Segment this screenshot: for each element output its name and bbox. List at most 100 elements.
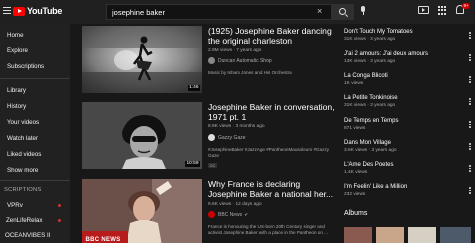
albums-heading: Albums	[344, 210, 368, 217]
track-title[interactable]: L'Ame Des Poetes	[344, 162, 394, 168]
logo-text: YouTube	[27, 6, 63, 16]
video-duration: 1:46	[187, 85, 200, 91]
sidebar-subscription-vprv[interactable]: VPRv	[7, 202, 23, 209]
sidebar-item-liked-videos[interactable]: Liked videos	[7, 151, 41, 158]
video-meta: 8.9K views · 3 months ago	[208, 124, 265, 129]
sidebar-item-show-more[interactable]: Show more	[7, 167, 38, 174]
video-title[interactable]: Why France is declaring Josephine Baker …	[208, 179, 338, 199]
sidebar-item-library[interactable]: Library	[7, 87, 26, 94]
album-cover[interactable]	[408, 227, 436, 243]
track-views: 232 views	[344, 192, 366, 197]
verified-check-icon: ✔	[244, 211, 248, 217]
album-cover[interactable]	[440, 227, 471, 243]
video-meta: 2.9M views · 7 years ago	[208, 48, 262, 53]
track-title[interactable]: I'm Feelin' Like a Million	[344, 184, 407, 190]
track-title[interactable]: Dans Mon Village	[344, 140, 397, 146]
sidebar-subscription-zenliferelax[interactable]: ZenLifeRelax	[6, 217, 42, 224]
create-video-icon[interactable]	[418, 6, 429, 14]
channel-name[interactable]: Gazzy Gaze	[218, 135, 246, 141]
more-options-icon[interactable]	[469, 121, 471, 129]
video-thumbnail[interactable]: 10:59	[82, 102, 202, 169]
track-title[interactable]: De Temps en Temps	[344, 118, 398, 124]
track-item[interactable]: J'ai 2 amours: J'ai deux amours 13K view…	[344, 51, 428, 64]
sidebar-item-watch-later[interactable]: Watch later	[7, 135, 38, 142]
thumbnail-image	[82, 26, 202, 93]
more-options-icon[interactable]	[469, 54, 471, 62]
channel-avatar[interactable]	[208, 211, 215, 218]
channel-name[interactable]: Duncan Automatic Shop	[218, 58, 272, 64]
channel-avatar[interactable]	[208, 57, 215, 64]
video-thumbnail[interactable]: 1:46	[82, 26, 202, 93]
album-cover[interactable]	[376, 227, 404, 243]
track-item[interactable]: La Conga Blicoti 1K views	[344, 73, 388, 86]
video-description: Music by Isham Jones and His Orchestra	[208, 70, 292, 75]
track-item[interactable]: L'Ame Des Poetes 1.4K views	[344, 162, 394, 175]
new-content-dot-icon	[58, 219, 61, 222]
youtube-play-icon	[13, 6, 25, 16]
channel-avatar[interactable]	[208, 134, 215, 141]
notification-count-badge: 9+	[462, 3, 471, 9]
sidebar-subscription-oceanvibes[interactable]: OCEANVIBES II	[5, 232, 50, 239]
search-result[interactable]: BBC NEWS Why France is declaring Josephi…	[82, 179, 338, 243]
video-duration: 10:59	[184, 161, 200, 167]
more-options-icon[interactable]	[469, 32, 471, 40]
channel-row[interactable]: Gazzy Gaze	[208, 134, 246, 141]
sidebar-item-home[interactable]: Home	[7, 32, 24, 39]
video-meta: 9.6K views · 12 days ago	[208, 202, 262, 207]
search-icon	[339, 8, 346, 15]
top-bar: YouTube × 9+	[0, 0, 475, 24]
sidebar-item-history[interactable]: History	[7, 103, 26, 110]
sidebar: Home Explore Subscriptions Library Histo…	[0, 24, 70, 243]
album-cover[interactable]	[344, 227, 372, 243]
thumbnail-image	[82, 179, 202, 243]
sidebar-divider	[0, 78, 70, 79]
sidebar-item-subscriptions[interactable]: Subscriptions	[7, 63, 44, 70]
clear-search-icon[interactable]: ×	[317, 6, 322, 16]
track-item[interactable]: Don't Touch My Tomatoes 31K views · 3 ye…	[344, 29, 413, 42]
sidebar-divider	[0, 180, 70, 181]
video-description: #JosephineBaker #JazzAge #PantheonMausol…	[208, 147, 330, 158]
track-views: 31K views · 3 years ago	[344, 37, 396, 42]
subscriptions-header: SCRIPTIONS	[4, 187, 42, 193]
search-result[interactable]: 10:59 Josephine Baker in conversation, 1…	[82, 102, 338, 172]
track-views: 1.4K views	[344, 170, 368, 175]
more-options-icon[interactable]	[469, 76, 471, 84]
video-title[interactable]: (1925) Josephine Baker dancing the origi…	[208, 26, 338, 46]
artist-panel: Don't Touch My Tomatoes 31K views · 3 ye…	[344, 24, 475, 243]
track-item[interactable]: I'm Feelin' Like a Million 232 views	[344, 184, 407, 197]
channel-row[interactable]: BBC News ✔	[208, 211, 248, 218]
video-thumbnail[interactable]: BBC NEWS	[82, 179, 202, 243]
voice-search-icon[interactable]	[360, 6, 366, 16]
channel-name[interactable]: BBC News	[218, 212, 242, 218]
channel-row[interactable]: Duncan Automatic Shop	[208, 57, 272, 64]
youtube-logo[interactable]: YouTube	[13, 6, 62, 16]
track-item[interactable]: La Petite Tonkinoise 31K views · 3 years…	[344, 95, 398, 108]
sidebar-item-explore[interactable]: Explore	[7, 47, 28, 54]
track-title[interactable]: J'ai 2 amours: J'ai deux amours	[344, 51, 428, 57]
track-title[interactable]: La Conga Blicoti	[344, 73, 388, 79]
closed-captions-badge: CC	[208, 163, 217, 168]
more-options-icon[interactable]	[469, 165, 471, 173]
track-views: 1K views	[344, 81, 364, 86]
more-options-icon[interactable]	[469, 98, 471, 106]
search-input[interactable]	[107, 5, 307, 19]
more-options-icon[interactable]	[469, 143, 471, 151]
thumbnail-image	[82, 102, 202, 169]
track-title[interactable]: Don't Touch My Tomatoes	[344, 29, 413, 35]
track-item[interactable]: De Temps en Temps 871 views	[344, 118, 398, 131]
track-views: 31K views · 3 years ago	[344, 103, 396, 108]
apps-grid-icon[interactable]	[438, 6, 447, 15]
track-views: 13K views · 3 years ago	[344, 59, 396, 64]
more-options-icon[interactable]	[469, 187, 471, 195]
track-views: 3.6K views · 3 years ago	[344, 148, 397, 153]
track-item[interactable]: Dans Mon Village 3.6K views · 3 years ag…	[344, 140, 397, 153]
video-title[interactable]: Josephine Baker in conversation, 1971 pt…	[208, 102, 338, 122]
track-title[interactable]: La Petite Tonkinoise	[344, 95, 398, 101]
search-result[interactable]: 1:46 (1925) Josephine Baker dancing the …	[82, 26, 338, 96]
track-views: 871 views	[344, 126, 366, 131]
sidebar-item-your-videos[interactable]: Your videos	[7, 119, 39, 126]
hamburger-menu-icon[interactable]	[3, 7, 11, 15]
search-button[interactable]	[332, 4, 354, 20]
thumbnail-caption: BBC NEWS	[85, 237, 121, 243]
search-box: ×	[106, 4, 332, 20]
